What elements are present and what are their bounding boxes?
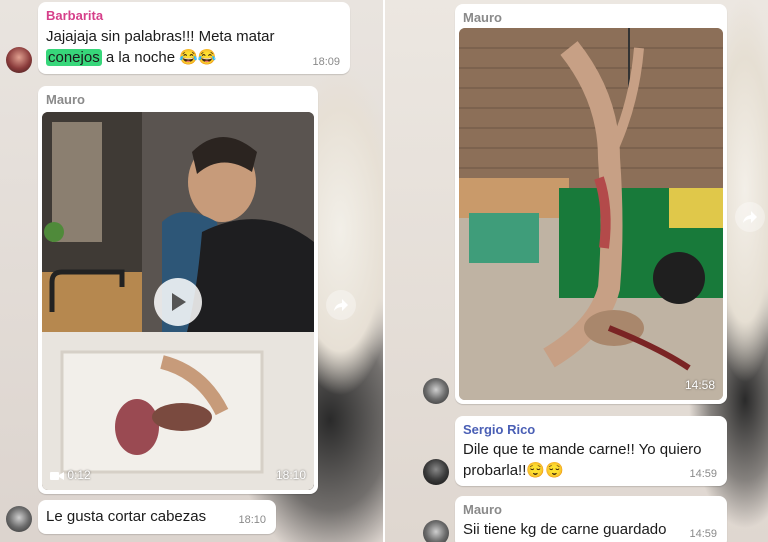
search-highlight: conejos	[46, 49, 102, 66]
message-mauro-text: Le gusta cortar cabezas 18:10	[38, 500, 276, 534]
message-time: 18:09	[312, 56, 340, 68]
avatar-sergio-rico[interactable]	[423, 459, 449, 485]
share-arrow-icon	[334, 299, 348, 311]
avatar-mauro[interactable]	[6, 506, 32, 532]
message-barbarita: Barbarita Jajajaja sin palabras!!! Meta …	[38, 2, 350, 74]
message-sergio-rico: Sergio Rico Dile que te mande carne!! Yo…	[455, 416, 727, 486]
message-video-mauro: Mauro 0:12 18:10	[38, 86, 318, 494]
message-time: 18:10	[275, 468, 306, 482]
video-camera-icon	[50, 471, 64, 480]
message-time: 14:59	[689, 468, 717, 480]
message-time: 18:10	[238, 514, 266, 526]
left-chat-panel: Barbarita Jajajaja sin palabras!!! Meta …	[0, 0, 383, 542]
message-mauro-final: Mauro Sii tiene kg de carne guardado 14:…	[455, 496, 727, 542]
message-text: Le gusta cortar cabezas	[46, 508, 207, 525]
play-icon	[172, 293, 186, 311]
sender-name: Mauro	[46, 92, 85, 107]
message-time: 14:58	[684, 378, 715, 392]
right-chat-panel: Mauro 14:58 Sergio Rico Dile que te mand…	[385, 0, 768, 542]
video-thumbnail[interactable]: 0:12 18:10	[42, 112, 314, 490]
photo-scene	[459, 28, 723, 400]
message-text: Sii tiene kg de carne guardado	[463, 521, 667, 538]
sender-name: Barbarita	[46, 8, 104, 23]
message-time: 14:59	[689, 528, 717, 540]
video-duration: 0:12	[50, 468, 91, 482]
sender-name: Mauro	[463, 10, 502, 25]
share-button[interactable]	[326, 290, 356, 320]
message-photo-mauro: Mauro 14:58	[455, 4, 727, 404]
sender-name: Sergio Rico	[463, 422, 536, 437]
sender-name: Mauro	[463, 502, 502, 517]
avatar-barbarita[interactable]	[6, 47, 32, 73]
play-button[interactable]	[154, 278, 202, 326]
message-text: Jajajaja sin palabras!!! Meta matar cone…	[46, 28, 275, 66]
share-button[interactable]	[735, 202, 765, 232]
message-text: Dile que te mande carne!! Yo quiero prob…	[463, 441, 702, 479]
avatar-mauro[interactable]	[423, 520, 449, 542]
share-arrow-icon	[743, 211, 757, 223]
avatar-mauro[interactable]	[423, 378, 449, 404]
photo-thumbnail[interactable]: 14:58	[459, 28, 723, 400]
